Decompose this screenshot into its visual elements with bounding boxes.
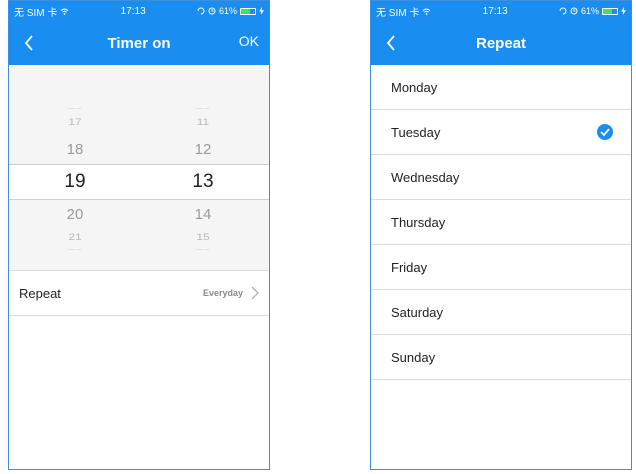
wifi-icon [60,8,69,15]
timer-screen: 无 SIM 卡 17:13 61% Timer on OK — — 17 18 … [8,0,270,470]
nav-bar: Repeat [371,21,631,65]
wifi-icon [422,8,431,15]
repeat-value: Everyday [202,288,243,298]
day-list: Monday Tuesday Wednesday Thursday Friday… [371,65,631,380]
day-label: Monday [391,79,438,95]
hour-selected[interactable]: 19 [45,172,105,191]
page-title: Timer on [107,34,171,52]
chevron-right-icon [251,286,259,300]
battery-icon [239,7,256,15]
minute-selected[interactable]: 13 [173,172,233,191]
nav-bar: Timer on OK [9,21,269,65]
repeat-row[interactable]: Repeat Everyday [9,270,269,316]
alarm-icon [570,7,578,15]
hour-edge-bottom: — — [68,247,82,253]
minute-option[interactable]: 11 [173,118,233,127]
day-item-friday[interactable]: Friday [371,245,631,290]
checkmark-icon [597,124,613,140]
hour-edge-top: — — [68,106,82,112]
day-label: Tuesday [391,124,441,140]
carrier-label: 无 SIM 卡 [376,7,420,19]
repeat-label: Repeat [19,285,61,301]
hour-option[interactable]: 18 [45,142,105,157]
time-picker[interactable]: — — 17 18 19 20 21 — — — — 11 12 13 14 1… [9,66,269,266]
back-button[interactable] [19,31,39,55]
minute-option[interactable]: 15 [173,233,233,242]
orientation-lock-icon [197,7,205,15]
chevron-left-icon [24,35,33,51]
day-label: Sunday [391,349,436,365]
minute-option[interactable]: 12 [173,142,233,157]
status-bar: 无 SIM 卡 17:13 61% [9,1,269,21]
status-time: 17:13 [120,5,146,17]
day-label: Friday [391,259,428,275]
minute-option[interactable]: 14 [173,207,233,222]
carrier-label: 无 SIM 卡 [14,7,58,19]
battery-percent: 61% [580,6,599,16]
orientation-lock-icon [559,7,567,15]
minute-edge-bottom: — — [196,247,210,253]
charging-icon [620,7,626,15]
alarm-icon [208,7,216,15]
hour-option[interactable]: 20 [45,207,105,222]
day-item-wednesday[interactable]: Wednesday [371,155,631,200]
hour-option[interactable]: 21 [45,233,105,242]
back-button[interactable] [381,31,401,55]
hour-option[interactable]: 17 [45,118,105,127]
ok-button[interactable]: OK [239,33,259,49]
day-label: Wednesday [391,169,460,185]
day-item-monday[interactable]: Monday [371,65,631,110]
minute-edge-top: — — [196,106,210,112]
minute-wheel[interactable]: — — 11 12 13 14 15 — — [173,66,233,266]
day-label: Thursday [391,214,446,230]
page-title: Repeat [475,34,527,52]
chevron-left-icon [386,35,395,51]
day-item-tuesday[interactable]: Tuesday [371,110,631,155]
status-bar: 无 SIM 卡 17:13 61% [371,1,631,21]
day-label: Saturday [391,304,444,320]
charging-icon [258,7,264,15]
repeat-screen: 无 SIM 卡 17:13 61% Repeat Monday Tuesday … [370,0,632,470]
battery-icon [601,7,618,15]
status-time: 17:13 [482,5,508,17]
day-item-sunday[interactable]: Sunday [371,335,631,380]
battery-percent: 61% [218,6,237,16]
hour-wheel[interactable]: — — 17 18 19 20 21 — — [45,66,105,266]
day-item-saturday[interactable]: Saturday [371,290,631,335]
day-item-thursday[interactable]: Thursday [371,200,631,245]
